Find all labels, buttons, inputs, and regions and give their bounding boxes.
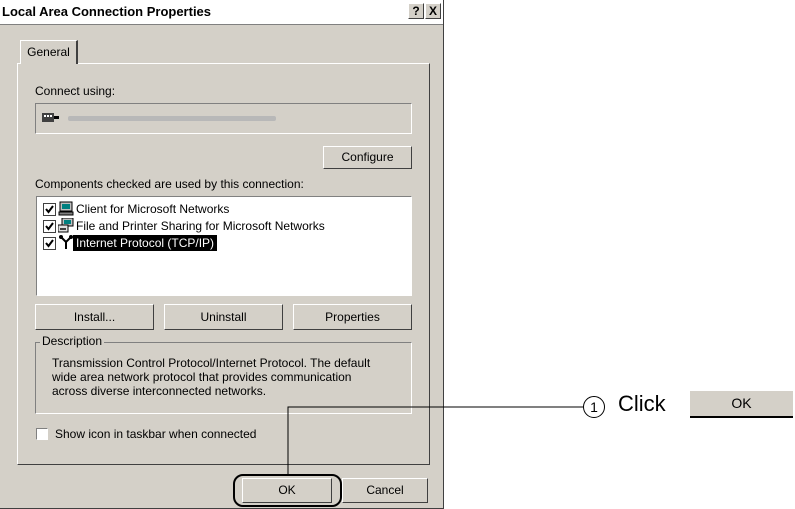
callout-ok-button-sample: OK bbox=[690, 391, 793, 418]
tab-general[interactable]: General bbox=[20, 40, 78, 64]
callout-number: 1 bbox=[583, 396, 605, 418]
callout-instruction: Click bbox=[618, 391, 666, 416]
callout-leader-line bbox=[287, 406, 583, 474]
